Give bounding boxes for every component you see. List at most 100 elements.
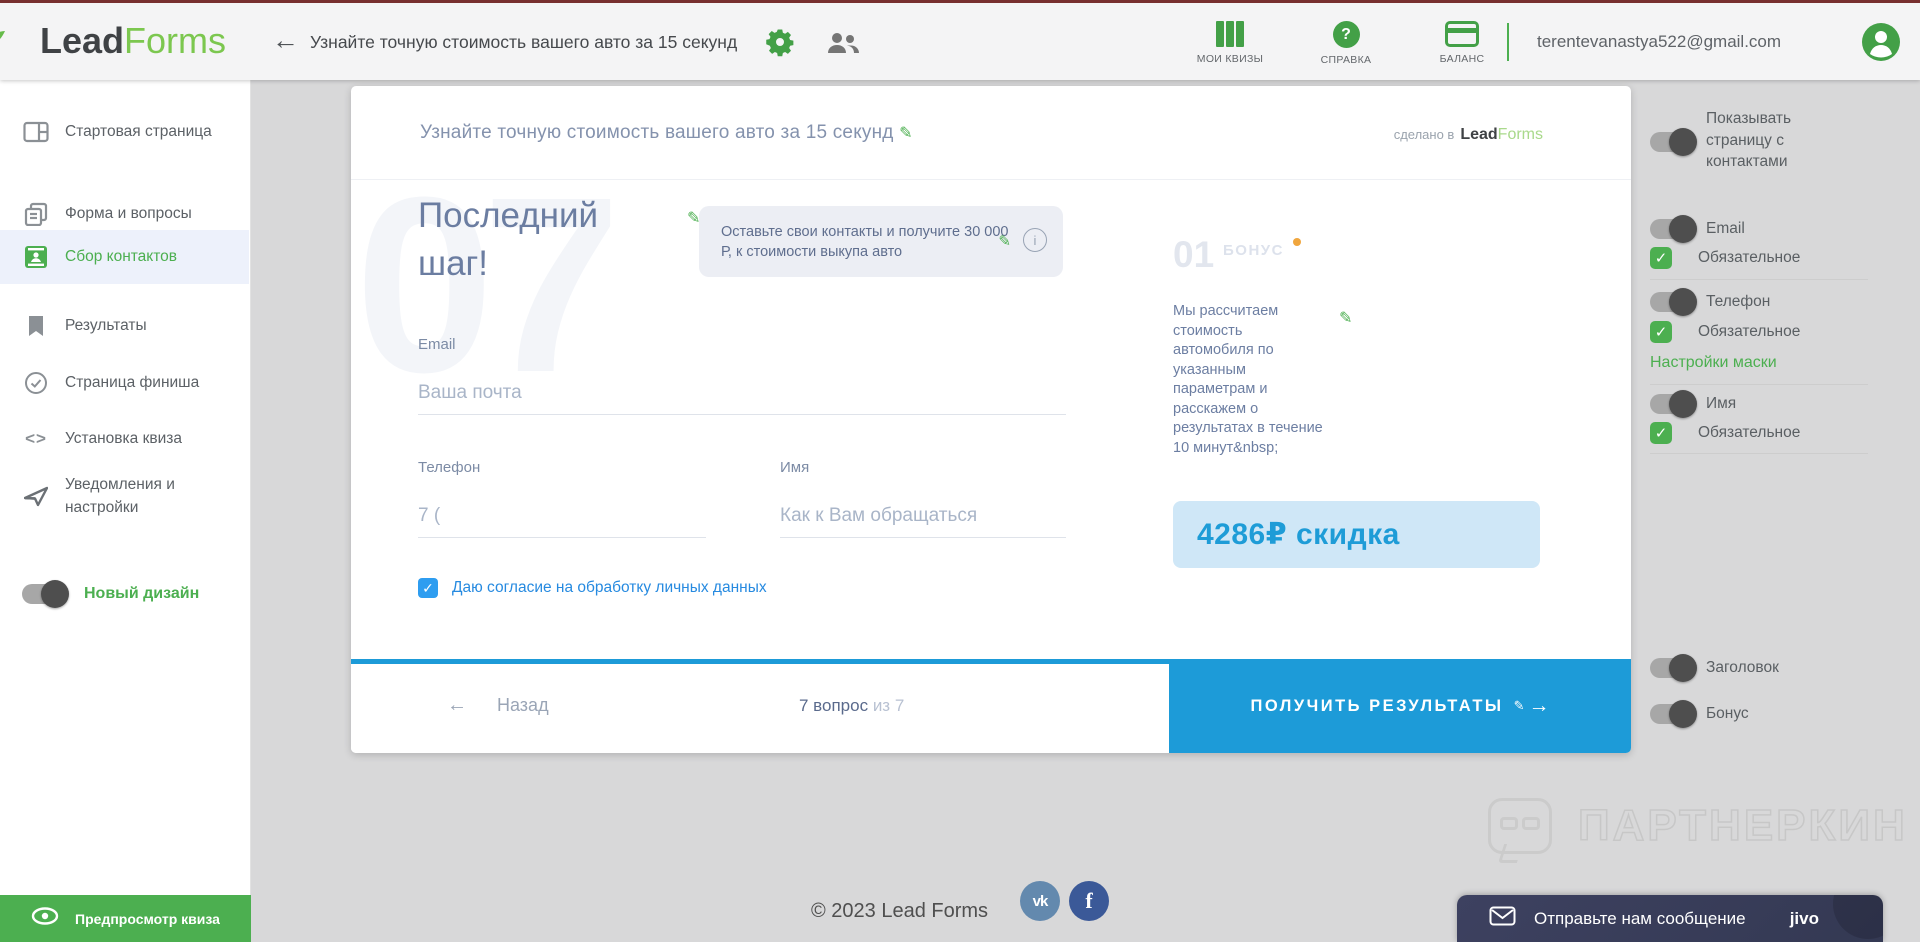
- email-input[interactable]: [418, 382, 1066, 415]
- sidebar-item-label: Результаты: [65, 317, 147, 335]
- mask-settings-link[interactable]: Настройки маски: [1650, 354, 1777, 372]
- name-field-label: Имя: [780, 459, 810, 476]
- info-icon[interactable]: i: [1023, 228, 1047, 252]
- made-in-text: сделано в: [1393, 127, 1455, 142]
- send-icon: [22, 485, 50, 507]
- progress-total: из 7: [872, 696, 905, 715]
- show-contacts-toggle[interactable]: [1650, 128, 1697, 156]
- bonus-description: Мы рассчитаем стоимость автомобиля по ук…: [1173, 303, 1323, 456]
- heading-toggle[interactable]: [1650, 653, 1697, 682]
- edit-heading-pencil-icon[interactable]: ✎: [687, 208, 700, 228]
- email-toggle-row: Email: [1650, 214, 1745, 243]
- preview-quiz-button[interactable]: Предпросмотр квиза: [0, 895, 251, 942]
- code-icon: <>: [25, 429, 47, 448]
- nav-label: БАЛАНС: [1439, 53, 1485, 65]
- back-arrow-icon[interactable]: ←: [272, 25, 299, 56]
- get-results-button[interactable]: ПОЛУЧИТЬ РЕЗУЛЬТАТЫ ✎ →: [1169, 659, 1631, 753]
- header-nav: МОИ КВИЗЫ ? СПРАВКА БАЛАНС: [1195, 21, 1497, 66]
- name-toggle[interactable]: [1650, 389, 1697, 418]
- email-toggle[interactable]: [1650, 214, 1697, 243]
- jivo-brand: jivo: [1789, 908, 1819, 928]
- logo-lead-text: Lead: [40, 20, 125, 61]
- quiz-card-title: Узнайте точную стоимость вашего авто за …: [420, 122, 913, 144]
- name-input[interactable]: [780, 505, 1066, 538]
- panel-divider: [1650, 384, 1868, 385]
- vk-icon[interactable]: vk: [1020, 881, 1060, 921]
- header-divider: [1507, 23, 1509, 61]
- phone-toggle[interactable]: [1650, 287, 1697, 316]
- quiz-footer-bar: ← Назад 7 вопрос из 7: [351, 659, 1169, 753]
- required-label: Обязательное: [1698, 424, 1801, 442]
- account-email[interactable]: terentevanastya522@gmail.com: [1537, 32, 1781, 52]
- bonus-tooltip: Оставьте свои контакты и получите 30 000…: [699, 206, 1063, 277]
- required-label: Обязательное: [1698, 249, 1801, 267]
- nav-balance[interactable]: БАЛАНС: [1427, 21, 1497, 66]
- email-required-row: ✓ Обязательное: [1650, 247, 1800, 269]
- sidebar-item-notifications[interactable]: Уведомления и настройки: [0, 468, 249, 524]
- bonus-toggle-label: Бонус: [1706, 705, 1749, 722]
- sidebar-item-start-page[interactable]: Стартовая страница: [0, 104, 249, 160]
- heading-toggle-row: Заголовок: [1650, 653, 1779, 682]
- window-top-strip: [0, 0, 1920, 3]
- bonus-orange-dot: [1293, 238, 1301, 246]
- partnerkin-watermark: ПАРТНЕРКИН: [1488, 798, 1908, 854]
- facebook-icon[interactable]: f: [1069, 881, 1109, 921]
- credit-card-icon: [1445, 21, 1479, 47]
- step-heading: Последний шаг!: [418, 196, 599, 284]
- forward-arrow-icon: →: [1528, 694, 1550, 717]
- name-required-checkbox[interactable]: ✓: [1650, 422, 1672, 444]
- heading-toggle-label: Заголовок: [1706, 659, 1779, 676]
- bonus-toggle[interactable]: [1650, 699, 1697, 728]
- collaborators-icon[interactable]: [826, 31, 860, 60]
- eye-icon: [31, 907, 59, 930]
- edit-title-pencil-icon[interactable]: ✎: [899, 123, 913, 143]
- consent-checkbox[interactable]: ✓: [418, 578, 438, 598]
- back-label: Назад: [497, 695, 549, 715]
- required-label: Обязательное: [1698, 323, 1801, 341]
- phone-required-checkbox[interactable]: ✓: [1650, 321, 1672, 343]
- name-toggle-row: Имя: [1650, 389, 1736, 418]
- app-header: LeadForms ← Узнайте точную стоимость ваш…: [0, 3, 1920, 80]
- get-results-label: ПОЛУЧИТЬ РЕЗУЛЬТАТЫ: [1250, 696, 1504, 715]
- nav-my-quizzes[interactable]: МОИ КВИЗЫ: [1195, 21, 1265, 66]
- chat-message: Отправьте нам сообщение: [1534, 908, 1746, 928]
- made-in-logo-forms: Forms: [1497, 126, 1543, 143]
- nav-help[interactable]: ? СПРАВКА: [1311, 21, 1381, 66]
- check-circle-icon: [22, 371, 50, 395]
- sidebar-item-contacts[interactable]: Сбор контактов: [0, 230, 249, 284]
- new-design-toggle[interactable]: [22, 580, 69, 608]
- bonus-label: БОНУС: [1223, 242, 1284, 259]
- email-required-checkbox[interactable]: ✓: [1650, 247, 1672, 269]
- quiz-settings-gear-icon[interactable]: [765, 27, 795, 62]
- panel-divider: [1650, 279, 1868, 280]
- back-button[interactable]: ← Назад: [447, 694, 549, 717]
- sidebar-item-label: Уведомления и настройки: [65, 475, 175, 516]
- sidebar-item-install-quiz[interactable]: <> Установка квиза: [0, 413, 249, 465]
- sidebar-item-finish-page[interactable]: Страница финиша: [0, 357, 249, 409]
- envelope-icon: [1489, 906, 1516, 931]
- discount-text: 4286₽ скидка: [1197, 518, 1400, 551]
- leadforms-logo: LeadForms: [0, 19, 226, 63]
- vk-glyph: vk: [1032, 892, 1049, 910]
- question-circle-icon: ?: [1332, 21, 1360, 48]
- left-sidebar: Стартовая страница Форма и вопросы Сбор …: [0, 80, 251, 942]
- bonus-number: 01: [1173, 234, 1215, 275]
- avatar[interactable]: [1862, 23, 1900, 66]
- email-field-label: Email: [418, 336, 456, 353]
- jivo-chat-bar[interactable]: Отправьте нам сообщение jivo: [1457, 895, 1883, 942]
- sidebar-item-results[interactable]: Результаты: [0, 300, 249, 352]
- leaf-icon: [0, 18, 6, 62]
- edit-bonus-pencil-icon[interactable]: ✎: [1339, 308, 1352, 328]
- sidebar-item-label: Стартовая страница: [65, 123, 212, 141]
- made-in-badge[interactable]: сделано в LeadForms: [1394, 126, 1543, 144]
- edit-tooltip-pencil-icon[interactable]: ✎: [998, 232, 1011, 250]
- edit-button-pencil-icon[interactable]: ✎: [1514, 698, 1525, 714]
- made-in-logo-lead: Lead: [1460, 126, 1498, 143]
- sidebar-item-label: Форма и вопросы: [65, 205, 192, 223]
- partnerkin-watermark-text: ПАРТНЕРКИН: [1577, 800, 1908, 851]
- email-toggle-label: Email: [1706, 220, 1745, 237]
- phone-toggle-row: Телефон: [1650, 287, 1770, 316]
- fb-glyph: f: [1085, 888, 1093, 913]
- phone-input[interactable]: [418, 505, 706, 538]
- back-arrow-icon: ←: [447, 694, 467, 716]
